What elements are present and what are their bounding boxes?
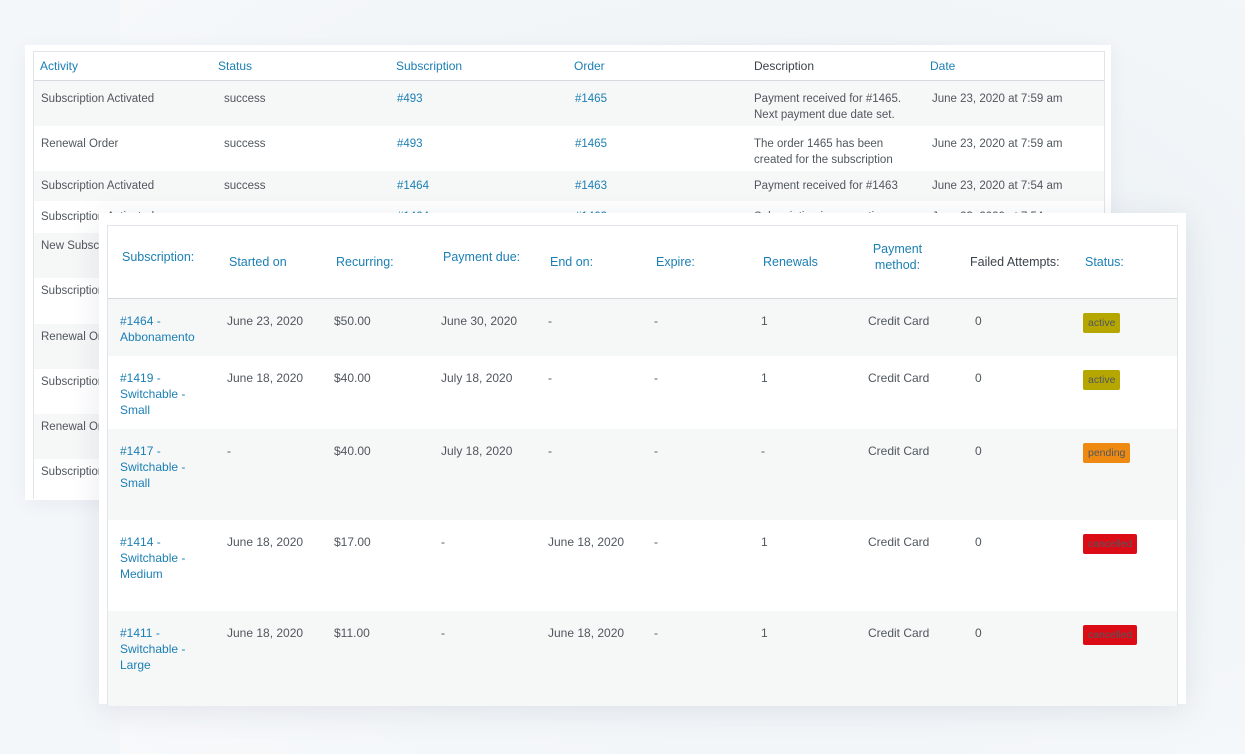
col-header-subscription[interactable]: Subscription: bbox=[122, 249, 194, 265]
description-cell: Payment received for #1465. Next payment… bbox=[754, 93, 902, 121]
subscription-link[interactable]: #1414 - Switchable - Medium bbox=[120, 534, 200, 582]
failed-attempts-cell: 0 bbox=[975, 626, 982, 640]
payment-due-cell: July 18, 2020 bbox=[441, 371, 513, 385]
col-header-expire[interactable]: Expire: bbox=[656, 254, 695, 270]
end-on-cell: - bbox=[548, 314, 552, 328]
col-header-end-on[interactable]: End on: bbox=[550, 254, 593, 270]
col-header-failed-attempts: Failed Attempts: bbox=[970, 255, 1060, 269]
table-row: Renewal Order success #493 #1465 The ord… bbox=[34, 126, 1104, 171]
col-header-payment-due[interactable]: Payment due: bbox=[443, 249, 520, 265]
renewals-cell: - bbox=[761, 444, 765, 458]
started-on-cell: June 23, 2020 bbox=[227, 314, 304, 328]
order-link[interactable]: #1465 bbox=[575, 91, 607, 107]
payment-method-cell: Credit Card bbox=[868, 314, 930, 328]
failed-attempts-cell: 0 bbox=[975, 444, 982, 458]
activity-log-header: Activity Status Subscription Order Descr… bbox=[34, 52, 1104, 81]
payment-method-cell: Credit Card bbox=[868, 371, 930, 385]
description-cell: The order 1465 has been created for the … bbox=[754, 138, 893, 166]
date-cell: June 23, 2020 at 7:59 am bbox=[932, 93, 1063, 105]
status-cell: success bbox=[224, 93, 266, 105]
started-on-cell: June 18, 2020 bbox=[227, 626, 304, 640]
subscription-link[interactable]: #1464 bbox=[397, 178, 429, 194]
col-header-recurring[interactable]: Recurring: bbox=[336, 254, 394, 270]
activity-cell: Subscription bbox=[41, 376, 105, 388]
subscription-link[interactable]: #493 bbox=[397, 91, 423, 107]
order-link[interactable]: #1465 bbox=[575, 136, 607, 152]
end-on-cell: - bbox=[548, 371, 552, 385]
subscription-link[interactable]: #1411 - Switchable - Large bbox=[120, 625, 200, 673]
payment-method-cell: Credit Card bbox=[868, 535, 930, 549]
activity-cell: Renewal Order bbox=[41, 138, 119, 150]
started-on-cell: June 18, 2020 bbox=[227, 535, 304, 549]
payment-due-cell: June 30, 2020 bbox=[441, 314, 518, 328]
renewals-cell: 1 bbox=[761, 626, 768, 640]
activity-cell: Subscription bbox=[41, 466, 105, 478]
started-on-cell: June 18, 2020 bbox=[227, 371, 304, 385]
subscription-link[interactable]: #1464 - Abbonamento bbox=[120, 313, 200, 345]
subscription-link[interactable]: #1417 - Switchable - Small bbox=[120, 443, 200, 491]
col-header-description: Description bbox=[754, 59, 815, 73]
activity-cell: Subscription bbox=[41, 285, 105, 297]
recurring-cell: $50.00 bbox=[334, 314, 371, 328]
subscription-link[interactable]: #1419 - Switchable - Small bbox=[120, 370, 200, 418]
status-badge: active bbox=[1083, 313, 1121, 333]
expire-cell: - bbox=[654, 626, 658, 640]
order-link[interactable]: #1463 bbox=[575, 178, 607, 194]
status-cell: success bbox=[224, 180, 266, 192]
table-row: #1417 - Switchable - Small - $40.00 July… bbox=[108, 429, 1177, 520]
expire-cell: - bbox=[654, 444, 658, 458]
payment-due-cell: July 18, 2020 bbox=[441, 444, 513, 458]
status-badge: active bbox=[1083, 370, 1121, 390]
expire-cell: - bbox=[654, 314, 658, 328]
subscriptions-header: Subscription: Started on Recurring: Paym… bbox=[108, 226, 1177, 299]
col-header-started-on[interactable]: Started on bbox=[229, 254, 287, 270]
date-cell: June 23, 2020 at 7:54 am bbox=[932, 180, 1063, 192]
recurring-cell: $17.00 bbox=[334, 535, 371, 549]
payment-due-cell: - bbox=[441, 626, 445, 640]
end-on-cell: June 18, 2020 bbox=[548, 535, 625, 549]
failed-attempts-cell: 0 bbox=[975, 314, 982, 328]
subscriptions-table: Subscription: Started on Recurring: Paym… bbox=[107, 225, 1178, 706]
status-cell: success bbox=[224, 138, 266, 150]
col-header-payment-method[interactable]: Payment method: bbox=[870, 241, 925, 273]
date-cell: June 23, 2020 at 7:59 am bbox=[932, 138, 1063, 150]
payment-due-cell: - bbox=[441, 535, 445, 549]
description-cell: Payment received for #1463 bbox=[754, 180, 898, 192]
table-row: #1411 - Switchable - Large June 18, 2020… bbox=[108, 611, 1177, 706]
status-badge: cancelled bbox=[1083, 534, 1138, 554]
status-badge: pending bbox=[1083, 443, 1131, 463]
subscriptions-panel: Subscription: Started on Recurring: Paym… bbox=[99, 213, 1186, 706]
col-header-renewals[interactable]: Renewals bbox=[763, 254, 818, 270]
table-row: #1464 - Abbonamento June 23, 2020 $50.00… bbox=[108, 299, 1177, 356]
payment-method-cell: Credit Card bbox=[868, 444, 930, 458]
renewals-cell: 1 bbox=[761, 314, 768, 328]
col-header-status[interactable]: Status bbox=[218, 59, 252, 73]
end-on-cell: June 18, 2020 bbox=[548, 626, 625, 640]
failed-attempts-cell: 0 bbox=[975, 535, 982, 549]
table-row: #1414 - Switchable - Medium June 18, 202… bbox=[108, 520, 1177, 611]
payment-method-cell: Credit Card bbox=[868, 626, 930, 640]
col-header-status[interactable]: Status: bbox=[1085, 254, 1124, 270]
subscription-link[interactable]: #493 bbox=[397, 136, 423, 152]
expire-cell: - bbox=[654, 535, 658, 549]
col-header-order[interactable]: Order bbox=[574, 59, 605, 73]
started-on-cell: - bbox=[227, 444, 231, 458]
recurring-cell: $40.00 bbox=[334, 371, 371, 385]
renewals-cell: 1 bbox=[761, 371, 768, 385]
table-row: Subscription Activated success #493 #146… bbox=[34, 81, 1104, 126]
status-badge: cancelled bbox=[1083, 625, 1138, 645]
failed-attempts-cell: 0 bbox=[975, 371, 982, 385]
col-header-activity[interactable]: Activity bbox=[40, 59, 78, 73]
recurring-cell: $11.00 bbox=[334, 626, 370, 640]
end-on-cell: - bbox=[548, 444, 552, 458]
recurring-cell: $40.00 bbox=[334, 444, 371, 458]
renewals-cell: 1 bbox=[761, 535, 768, 549]
col-header-date[interactable]: Date bbox=[930, 59, 955, 73]
expire-cell: - bbox=[654, 371, 658, 385]
col-header-subscription[interactable]: Subscription bbox=[396, 59, 462, 73]
activity-cell: Subscription Activated bbox=[41, 93, 155, 105]
activity-cell: Subscription Activated bbox=[41, 180, 155, 192]
table-row: Subscription Activated success #1464 #14… bbox=[34, 171, 1104, 201]
table-row: #1419 - Switchable - Small June 18, 2020… bbox=[108, 356, 1177, 429]
